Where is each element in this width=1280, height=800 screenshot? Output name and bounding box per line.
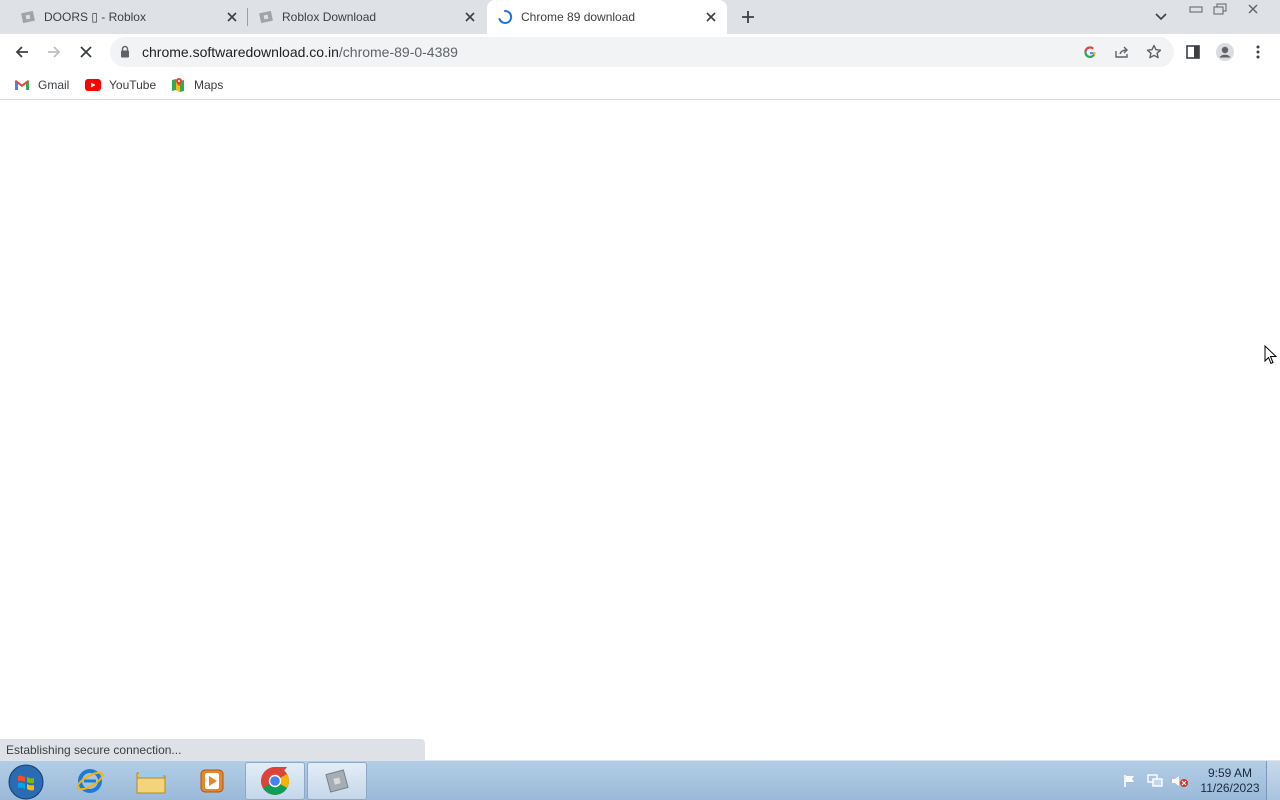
bookmark-label: Gmail — [38, 78, 70, 92]
action-center-flag-icon[interactable] — [1120, 771, 1140, 791]
bookmarks-bar: Gmail YouTube Maps — [0, 70, 1280, 100]
avatar-icon — [1216, 43, 1234, 61]
chrome-menu-button[interactable] — [1246, 40, 1270, 64]
address-bar[interactable]: chrome.softwaredownload.co.in/chrome-89-… — [110, 37, 1174, 67]
gmail-icon — [14, 77, 30, 93]
close-tab-icon[interactable] — [460, 7, 480, 27]
roblox-icon — [20, 9, 36, 25]
minimize-icon — [1189, 6, 1203, 13]
show-desktop-button[interactable] — [1266, 761, 1280, 800]
lock-icon[interactable] — [120, 45, 130, 61]
new-tab-button[interactable] — [737, 6, 759, 28]
google-lens-icon[interactable] — [1080, 42, 1100, 62]
internet-explorer-icon — [76, 769, 104, 793]
windows-taskbar: 9:59 AM 11/26/2023 — [0, 760, 1280, 800]
start-button[interactable] — [6, 764, 46, 800]
url-host: chrome.softwaredownload.co.in — [142, 44, 339, 60]
tab-search-button[interactable] — [1150, 6, 1172, 28]
restore-button[interactable] — [1208, 0, 1232, 18]
minimize-button[interactable] — [1184, 0, 1208, 18]
system-clock[interactable]: 9:59 AM 11/26/2023 — [1196, 766, 1264, 796]
url-path: /chrome-89-0-4389 — [338, 44, 458, 60]
bookmark-youtube[interactable]: YouTube — [85, 76, 156, 94]
close-window-button[interactable] — [1236, 0, 1270, 18]
status-bubble: Establishing secure connection... — [0, 739, 425, 760]
taskbar-media-player[interactable] — [182, 762, 242, 800]
forward-button[interactable] — [40, 38, 68, 66]
youtube-icon — [85, 77, 101, 93]
chevron-down-icon — [1155, 13, 1167, 21]
clock-time: 9:59 AM — [1207, 766, 1253, 780]
bookmark-maps[interactable]: Maps — [170, 76, 223, 94]
browser-toolbar: chrome.softwaredownload.co.in/chrome-89-… — [0, 34, 1280, 70]
loading-spinner-icon — [497, 9, 513, 25]
back-arrow-icon — [15, 46, 28, 58]
side-panel-button[interactable] — [1181, 40, 1205, 64]
folder-icon — [136, 771, 166, 794]
taskbar-roblox[interactable] — [307, 762, 367, 800]
tab-title: Chrome 89 download — [521, 10, 636, 24]
tab-strip: DOORS ▯ - Roblox Roblox Download Chrome … — [0, 0, 1280, 34]
windows-logo-icon — [8, 764, 44, 800]
more-vert-icon — [1256, 45, 1260, 59]
bookmark-gmail[interactable]: Gmail — [14, 76, 69, 94]
tab-chrome-89-download[interactable]: Chrome 89 download — [487, 0, 727, 34]
volume-muted-icon[interactable] — [1170, 771, 1190, 791]
mouse-cursor-icon — [1264, 344, 1278, 368]
taskbar-google-chrome[interactable] — [245, 762, 305, 800]
plus-icon — [742, 11, 754, 23]
forward-arrow-icon — [48, 46, 61, 58]
roblox-icon — [325, 769, 349, 793]
back-button[interactable] — [8, 38, 36, 66]
close-tab-icon[interactable] — [222, 7, 242, 27]
side-panel-icon — [1186, 45, 1200, 59]
tab-title: DOORS ▯ - Roblox — [44, 10, 146, 24]
bookmark-star-icon[interactable] — [1144, 42, 1164, 62]
bookmark-label: YouTube — [109, 78, 157, 92]
chrome-icon — [261, 767, 289, 795]
close-tab-icon[interactable] — [701, 7, 721, 27]
clock-date: 11/26/2023 — [1200, 781, 1260, 795]
restore-icon — [1213, 3, 1227, 15]
share-icon[interactable] — [1112, 42, 1132, 62]
tab-roblox-download[interactable]: Roblox Download — [248, 0, 486, 34]
taskbar-internet-explorer[interactable] — [60, 762, 120, 800]
network-icon[interactable] — [1145, 771, 1165, 791]
bookmark-label: Maps — [194, 78, 224, 92]
roblox-icon — [258, 9, 274, 25]
taskbar-file-explorer[interactable] — [121, 762, 181, 800]
profile-button[interactable] — [1213, 40, 1237, 64]
stop-icon — [80, 46, 92, 58]
page-content[interactable] — [0, 101, 1280, 760]
media-player-icon — [200, 769, 224, 793]
tab-doors-roblox[interactable]: DOORS ▯ - Roblox — [0, 0, 248, 34]
maps-icon — [170, 77, 186, 93]
url-text[interactable]: chrome.softwaredownload.co.in/chrome-89-… — [142, 44, 458, 60]
stop-loading-button[interactable] — [72, 38, 100, 66]
tab-title: Roblox Download — [282, 10, 377, 24]
close-icon — [1248, 4, 1258, 14]
